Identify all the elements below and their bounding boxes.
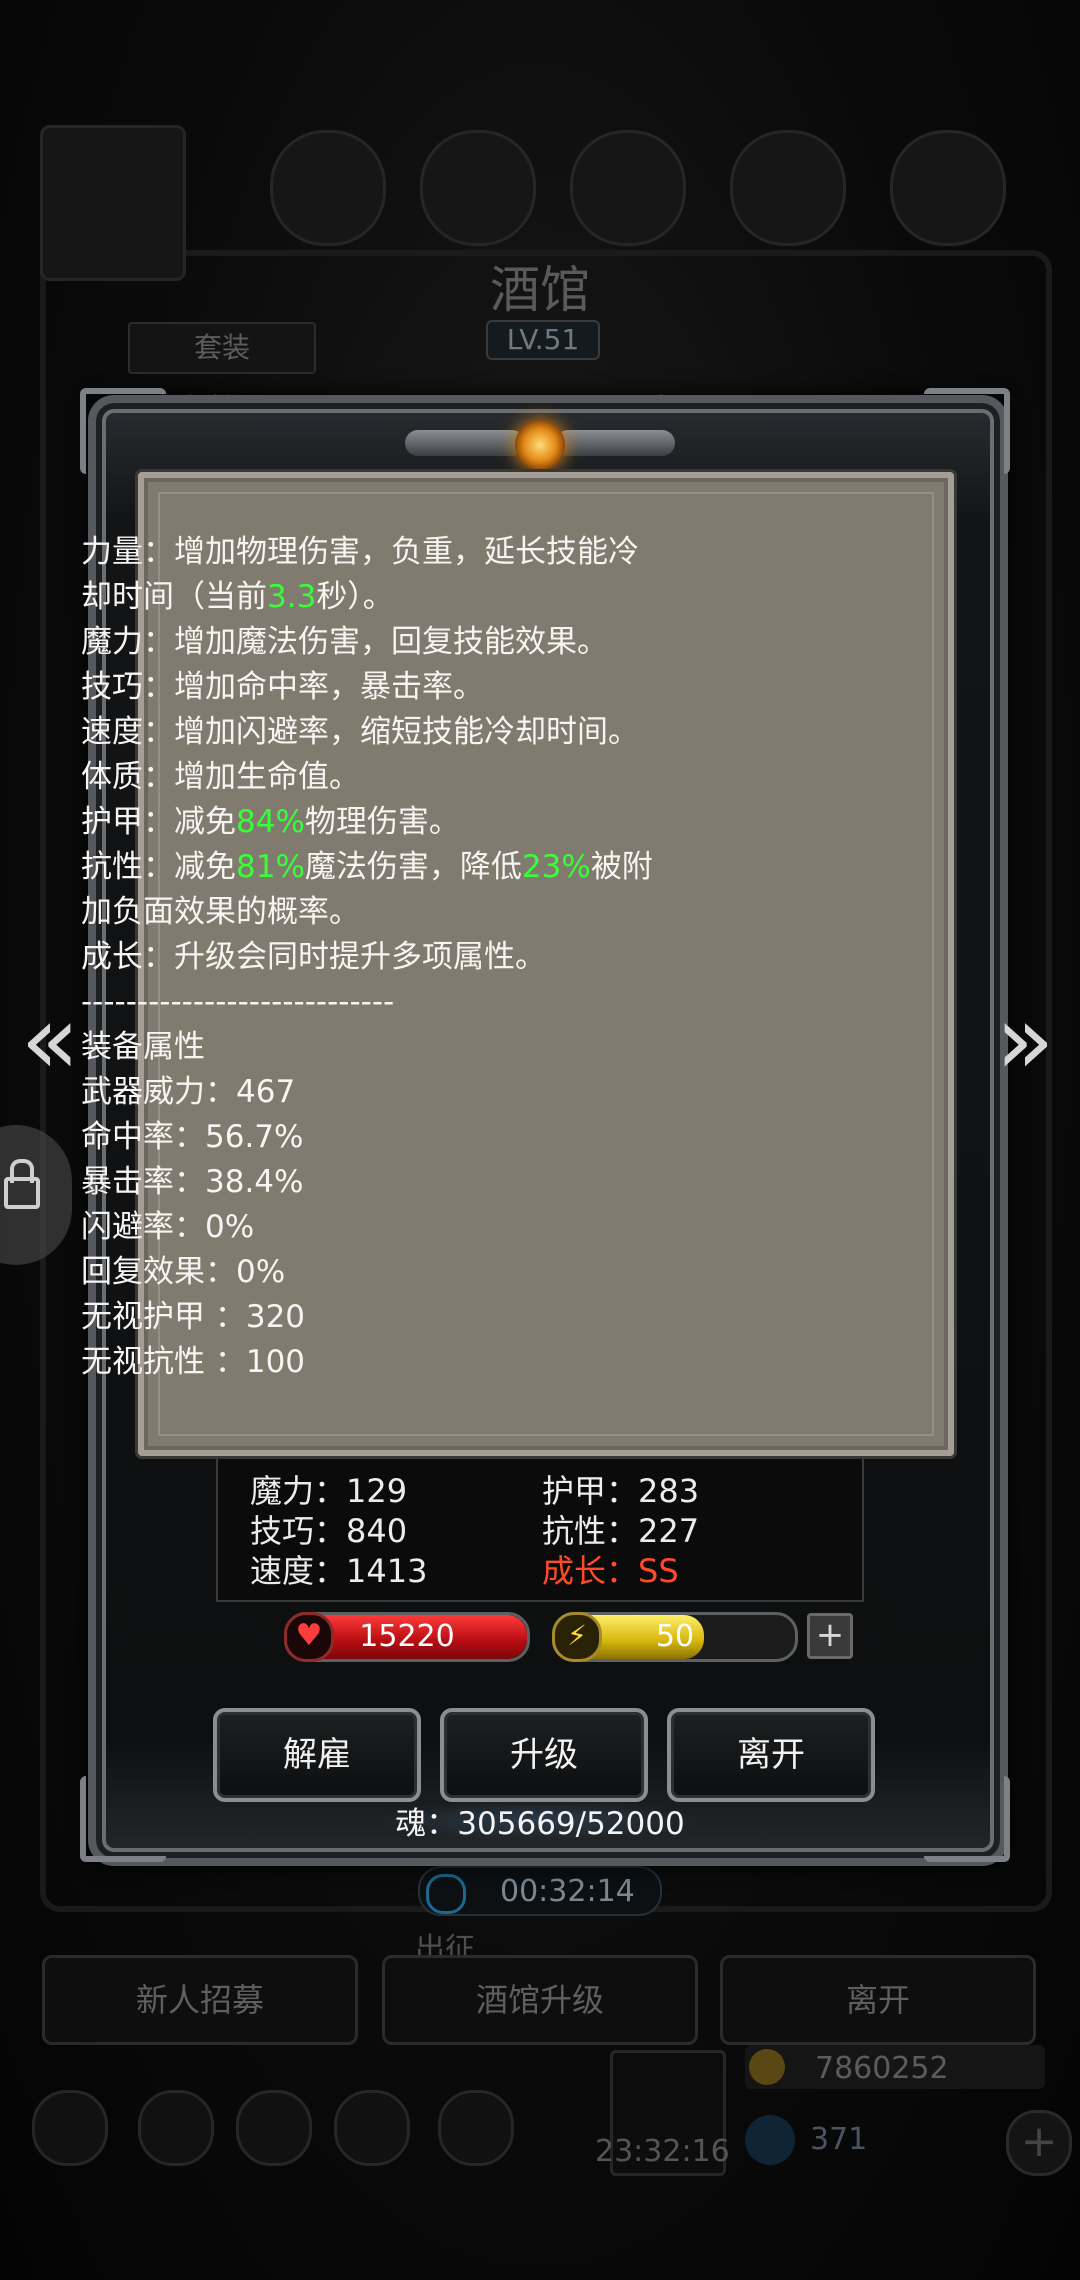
tooltip-text: 力量：增加物理伤害，负重，延长技能冷 却时间（当前3.3秒）。 魔力：增加魔法伤害，… xyxy=(81,530,861,1385)
highlight-value: 23% xyxy=(521,849,591,885)
background-slots xyxy=(40,125,1040,281)
tooltip-line: 力量：增加物理伤害，负重，延长技能冷 xyxy=(81,530,861,575)
tooltip-line: 加负面效果的概率。 xyxy=(81,890,861,935)
equipment-slot xyxy=(570,130,686,246)
gold-counter: 7860252 xyxy=(745,2045,1045,2089)
tooltip-line: 武器威力：467 xyxy=(81,1070,861,1115)
lightning-icon: ⚡ xyxy=(552,1612,602,1662)
tooltip-text-segment: 却时间（当前 xyxy=(81,579,267,615)
tooltip-line: 护甲：减免84%物理伤害。 xyxy=(81,800,861,845)
menu-icon xyxy=(334,2090,410,2166)
tooltip-text-segment: 武器威力：467 xyxy=(81,1074,296,1110)
panel-corner xyxy=(80,388,166,474)
expedition-timer: 00:32:14 xyxy=(418,1866,662,1916)
tooltip-text-segment: 被附 xyxy=(590,849,653,885)
tooltip-line: 无视护甲 ：320 xyxy=(81,1295,861,1340)
tooltip-text-segment: 暴击率：38.4% xyxy=(81,1164,304,1200)
next-hero-arrow[interactable]: » xyxy=(985,985,1065,1095)
menu-icon xyxy=(236,2090,312,2166)
tooltip-text-segment: 回复效果：0% xyxy=(81,1254,286,1290)
clock-icon xyxy=(426,1874,466,1914)
highlight-value: 81% xyxy=(236,849,305,885)
tavern-upgrade-button: 酒馆升级 xyxy=(382,1955,698,2045)
equipment-slot xyxy=(420,130,536,246)
tooltip-line: 成长：升级会同时提升多项属性。 xyxy=(81,935,861,980)
tooltip-text-segment: 力量：增加物理伤害，负重，延长技能冷 xyxy=(81,534,639,570)
equipment-slot xyxy=(890,130,1006,246)
panel-corner xyxy=(924,388,1010,474)
tooltip-text-segment: 加负面效果的概率。 xyxy=(81,894,360,930)
tooltip-text-segment: ---------------------------- xyxy=(81,984,395,1020)
soul-counter: 魂：305669/52000 xyxy=(395,1806,685,1842)
tooltip-text-segment: 物理伤害。 xyxy=(304,804,460,840)
highlight-value: 3.3 xyxy=(267,579,317,615)
gem-icon xyxy=(745,2115,795,2165)
suit-button: 套装 xyxy=(128,322,316,374)
flame-gem-icon xyxy=(515,420,565,470)
dismiss-button[interactable]: 解雇 xyxy=(213,1708,421,1802)
gold-icon xyxy=(749,2049,785,2085)
highlight-value: 84% xyxy=(236,804,305,840)
tooltip-text-segment: 体质：增加生命值。 xyxy=(81,759,360,795)
tooltip-text-segment: 速度：增加闪避率，缩短技能冷却时间。 xyxy=(81,714,639,750)
menu-icon xyxy=(438,2090,514,2166)
tavern-leave-button: 离开 xyxy=(720,1955,1036,2045)
previous-hero-arrow[interactable]: « xyxy=(10,985,90,1095)
tooltip-line: 技巧：增加命中率，暴击率。 xyxy=(81,665,861,710)
tooltip-text-segment: 闪避率：0% xyxy=(81,1209,255,1245)
gem-count: 371 xyxy=(810,2122,868,2157)
level-badge: LV.51 xyxy=(486,320,600,360)
tooltip-line: 无视抗性 ：100 xyxy=(81,1340,861,1385)
upgrade-button[interactable]: 升级 xyxy=(440,1708,648,1802)
equipment-slot xyxy=(730,130,846,246)
stat-growth: 成长：SS xyxy=(542,1552,679,1590)
tooltip-line: 闪避率：0% xyxy=(81,1205,861,1250)
tooltip-text-segment: 抗性：减免 xyxy=(81,849,236,885)
tooltip-line: 抗性：减免81%魔法伤害，降低23%被附 xyxy=(81,845,861,890)
tooltip-line: 体质：增加生命值。 xyxy=(81,755,861,800)
tooltip-text-segment: 护甲：减免 xyxy=(81,804,236,840)
tooltip-text-segment: 成长：升级会同时提升多项属性。 xyxy=(81,939,546,975)
add-energy-button[interactable]: + xyxy=(807,1613,853,1659)
tooltip-text-segment: 魔法伤害，降低 xyxy=(304,849,522,885)
tooltip-line: ---------------------------- xyxy=(81,980,861,1025)
tooltip-text-segment: 技巧：增加命中率，暴击率。 xyxy=(81,669,484,705)
add-currency-icon: + xyxy=(1006,2110,1072,2176)
tooltip-text-segment: 无视护甲 ：320 xyxy=(81,1299,306,1335)
panel-crown-ornament xyxy=(405,400,675,470)
tooltip-text-segment: 魔力：增加魔法伤害，回复技能效果。 xyxy=(81,624,608,660)
tavern-title: 酒馆 xyxy=(490,261,590,319)
tooltip-line: 装备属性 xyxy=(81,1025,861,1070)
tooltip-line: 命中率：56.7% xyxy=(81,1115,861,1160)
tooltip-line: 却时间（当前3.3秒）。 xyxy=(81,575,861,620)
tooltip-line: 速度：增加闪避率，缩短技能冷却时间。 xyxy=(81,710,861,755)
equipment-slot xyxy=(270,130,386,246)
recruit-button: 新人招募 xyxy=(42,1955,358,2045)
tooltip-line: 魔力：增加魔法伤害，回复技能效果。 xyxy=(81,620,861,665)
tooltip-text-segment: 命中率：56.7% xyxy=(81,1119,304,1155)
heart-icon: ♥ xyxy=(284,1612,334,1662)
leave-button[interactable]: 离开 xyxy=(667,1708,875,1802)
tooltip-text-segment: 装备属性 xyxy=(81,1029,205,1065)
gift-timer: 23:32:16 xyxy=(595,2134,730,2169)
tooltip-line: 暴击率：38.4% xyxy=(81,1160,861,1205)
menu-icon xyxy=(32,2090,108,2166)
stat-speed: 速度：1413 xyxy=(250,1552,428,1590)
tooltip-line: 回复效果：0% xyxy=(81,1250,861,1295)
tooltip-text-segment: 秒）。 xyxy=(316,579,394,615)
menu-icon xyxy=(138,2090,214,2166)
tooltip-text-segment: 无视抗性 ：100 xyxy=(81,1344,306,1380)
